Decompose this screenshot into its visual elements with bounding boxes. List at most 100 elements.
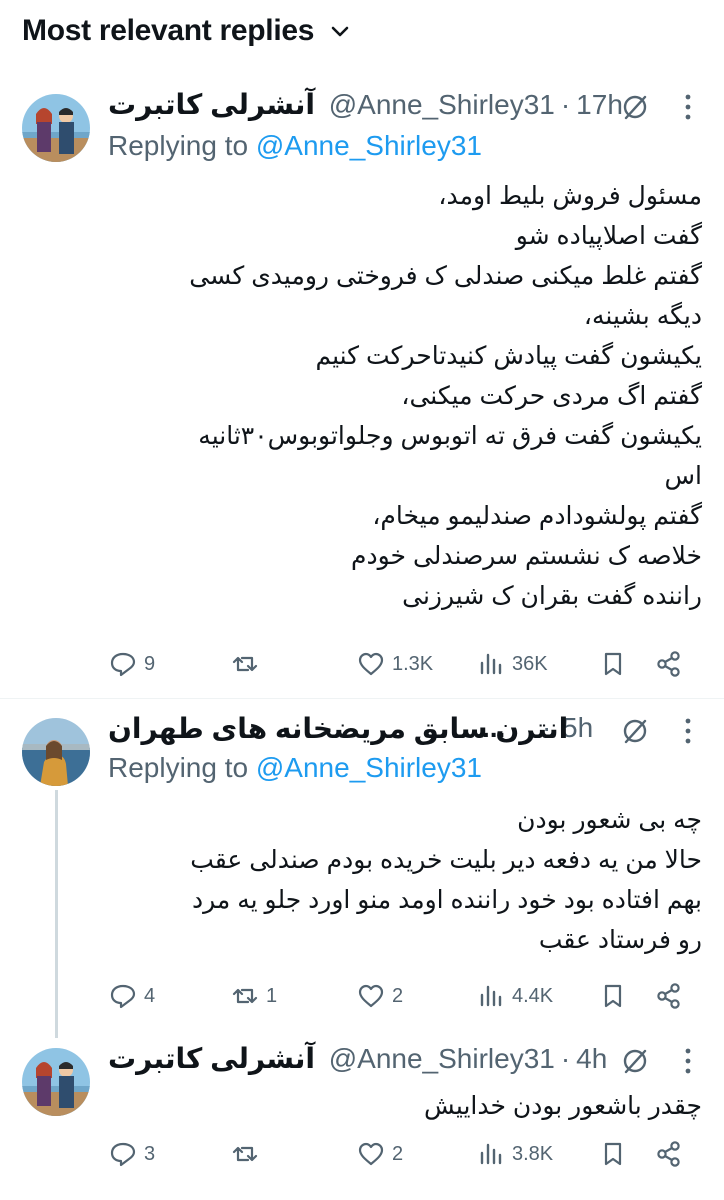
avatar-illustration: [22, 1048, 90, 1116]
views-button[interactable]: 3.8K: [476, 1134, 553, 1174]
text-line: گفتم اگ مردی حرکت میکنی،: [401, 382, 702, 410]
tweet-reply-2[interactable]: 5h · ... انترن سابق مریضخانه های طهران R…: [0, 712, 724, 1032]
bookmark-icon: [604, 984, 622, 1008]
repost-icon: [232, 656, 258, 672]
repost-count: 1: [266, 984, 278, 1007]
timestamp[interactable]: 17h: [576, 89, 623, 120]
thread-connector: [55, 790, 58, 1038]
reply-count: 4: [144, 984, 156, 1007]
text-line: حالا من یه دفعه دیر بلیت خریده بودم صندل…: [190, 846, 702, 874]
text-line: چقدر باشعور بودن خداییش: [424, 1092, 702, 1120]
reply-button[interactable]: 4: [108, 976, 155, 1016]
heart-icon: [358, 984, 384, 1008]
grok-icon[interactable]: [620, 1046, 650, 1076]
bookmark-button[interactable]: [598, 976, 634, 1016]
views-icon: [480, 1143, 502, 1165]
share-icon: [657, 1141, 680, 1167]
author-name[interactable]: آنشرلی کاتبرت: [108, 89, 315, 120]
reply-count: 3: [144, 1142, 156, 1165]
replying-label: Replying to: [108, 752, 249, 783]
like-button[interactable]: 2: [356, 976, 403, 1016]
views-count: 4.4K: [512, 984, 554, 1007]
grok-icon[interactable]: [620, 716, 650, 746]
header-title: Most relevant replies: [22, 14, 315, 47]
share-button[interactable]: [654, 976, 690, 1016]
reply-button[interactable]: 9: [108, 644, 155, 684]
text-line: گفت اصلاپیاده شو: [515, 222, 702, 250]
replies-sort-header[interactable]: Most relevant replies: [0, 0, 724, 70]
grok-icon[interactable]: [620, 92, 650, 122]
more-options-icon[interactable]: [684, 716, 692, 746]
text-line: بهم افتاده بود خود راننده اومد منو اورد …: [191, 886, 702, 914]
text-line: دیگه بشینه،: [583, 302, 702, 330]
avatar-illustration: [22, 94, 90, 162]
text-line: مسئول فروش بلیط اومد،: [438, 182, 702, 210]
tweet-reply-3[interactable]: آنشرلی کاتبرت @Anne_Shirley31 · 4h چقدر با…: [0, 1042, 724, 1192]
bookmark-icon: [604, 1142, 622, 1166]
like-count: 2: [392, 984, 404, 1007]
bookmark-icon: [604, 652, 622, 676]
bookmark-button[interactable]: [598, 644, 634, 684]
text-line: چه بی شعور بودن: [517, 806, 702, 834]
views-count: 3.8K: [512, 1142, 554, 1165]
replying-to: Replying to @Anne_Shirley31: [108, 130, 482, 162]
repost-icon: [232, 1146, 258, 1162]
reply-icon: [110, 984, 136, 1009]
text-line: راننده گفت بقران ک شیرزنی: [402, 582, 702, 610]
share-button[interactable]: [654, 1134, 690, 1174]
tweet-text: چه بی شعور بودن حالا من یه دفعه دیر بلیت…: [108, 800, 702, 960]
repost-button[interactable]: [230, 644, 266, 684]
tweet-text: مسئول فروش بلیط اومد، گفت اصلاپیاده شو گ…: [108, 176, 702, 616]
more-options-icon[interactable]: [684, 92, 692, 122]
text-line: یکیشون گفت پیادش کنیدتاحرکت کنیم: [315, 342, 702, 370]
reply-button[interactable]: 3: [108, 1134, 155, 1174]
text-line: یکیشون گفت فرق ته اتوبوس وجلواتوبوس۳۰ثان…: [198, 422, 702, 450]
repost-icon: [232, 988, 258, 1004]
text-line: اس: [664, 462, 702, 490]
avatar[interactable]: [22, 718, 90, 786]
views-icon: [480, 653, 502, 675]
author-name[interactable]: آنشرلی کاتبرت: [108, 1043, 315, 1074]
bookmark-button[interactable]: [598, 1134, 634, 1174]
text-line: گفتم پولشودادم صندلیمو میخام،: [372, 502, 702, 530]
action-bar: 3 2 3.8K: [108, 1134, 698, 1174]
action-bar: 4 1 2 4.4K: [108, 976, 698, 1016]
like-count: 1.3K: [392, 652, 434, 675]
heart-icon: [358, 652, 384, 676]
tweet-text: چقدر باشعور بودن خداییش: [108, 1086, 702, 1126]
share-icon: [657, 651, 680, 677]
replying-to: Replying to @Anne_Shirley31: [108, 752, 482, 784]
author-handle[interactable]: @Anne_Shirley31: [323, 89, 555, 120]
heart-icon: [358, 1142, 384, 1166]
replying-label: Replying to: [108, 130, 249, 161]
like-button[interactable]: 2: [356, 1134, 403, 1174]
chevron-down-icon[interactable]: [330, 24, 350, 40]
replying-handle[interactable]: @Anne_Shirley31: [256, 752, 482, 783]
like-button[interactable]: 1.3K: [356, 644, 433, 684]
avatar[interactable]: [22, 94, 90, 162]
author-name[interactable]: انترن سابق مریضخانه های طهران: [108, 712, 568, 745]
share-button[interactable]: [654, 644, 690, 684]
like-count: 2: [392, 1142, 404, 1165]
repost-button[interactable]: 1: [230, 976, 277, 1016]
action-bar: 9 1.3K 36K: [108, 644, 698, 684]
reply-count: 9: [144, 652, 156, 675]
tweet-divider: [0, 698, 724, 699]
avatar-photo: [22, 718, 90, 786]
text-line: رو فرستاد عقب: [538, 926, 702, 954]
separator-dot: ·: [560, 89, 571, 120]
views-button[interactable]: 4.4K: [476, 976, 553, 1016]
text-line: خلاصه ک نشستم سرصندلی خودم: [351, 542, 702, 570]
views-count: 36K: [512, 652, 548, 675]
tweet-reply-1[interactable]: آنشرلی کاتبرت @Anne_Shirley31 · 17h Replyi…: [0, 88, 724, 698]
avatar[interactable]: [22, 1048, 90, 1116]
repost-button[interactable]: [230, 1134, 266, 1174]
separator-dot: ·: [560, 1043, 571, 1074]
timestamp[interactable]: 4h: [576, 1043, 607, 1074]
author-handle[interactable]: @Anne_Shirley31: [323, 1043, 555, 1074]
reply-icon: [110, 652, 136, 677]
text-line: گفتم غلط میکنی صندلی ک فروختی رومیدی کسی: [189, 262, 702, 290]
more-options-icon[interactable]: [684, 1046, 692, 1076]
views-button[interactable]: 36K: [476, 644, 548, 684]
replying-handle[interactable]: @Anne_Shirley31: [256, 130, 482, 161]
